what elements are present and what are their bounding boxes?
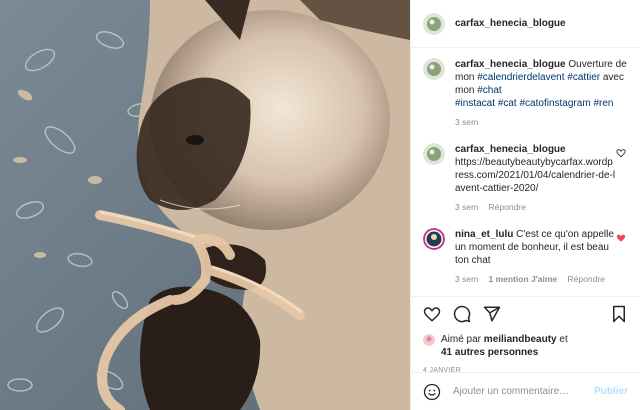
publish-button[interactable]: Publier xyxy=(594,386,628,397)
comments-list: carfax_henecia_blogue Ouverture de mon #… xyxy=(411,48,640,296)
reply-button[interactable]: Répondre xyxy=(489,202,526,212)
hashtag-link[interactable]: #catofinstagram xyxy=(520,98,591,109)
cat-photo-image xyxy=(0,0,410,410)
likes-prefix: Aimé par xyxy=(441,334,484,345)
comment-username[interactable]: nina_et_lulu xyxy=(455,229,513,240)
comment-time[interactable]: 3 sem xyxy=(455,202,478,212)
post-actions: Aimé par meiliandbeauty et 41 autres per… xyxy=(411,296,640,374)
liked-heart-icon[interactable] xyxy=(616,230,628,296)
comment-avatar[interactable] xyxy=(423,143,445,165)
comment-meta: 3 sem 1 mention J'aime Répondre xyxy=(455,273,616,286)
like-comment-heart-icon[interactable] xyxy=(616,145,628,224)
caption-time[interactable]: 3 sem xyxy=(455,117,478,127)
hashtag-link[interactable]: #cattier xyxy=(567,72,600,83)
likes-mid: et xyxy=(556,334,568,345)
smiley-icon[interactable] xyxy=(423,383,441,401)
post-header: carfax_henecia_blogue xyxy=(411,0,640,48)
comment-item: carfax_henecia_blogue https://beautybeau… xyxy=(423,143,628,224)
author-avatar[interactable] xyxy=(423,12,445,35)
comment-time[interactable]: 3 sem xyxy=(455,274,478,284)
caption: carfax_henecia_blogue Ouverture de mon #… xyxy=(423,58,628,139)
liker-username[interactable]: meiliandbeauty xyxy=(484,334,557,345)
caption-username[interactable]: carfax_henecia_blogue xyxy=(455,59,566,70)
action-icons-row xyxy=(423,305,628,323)
likes-others-link[interactable]: 41 autres personnes xyxy=(441,347,538,358)
comment-avatar[interactable] xyxy=(423,228,445,250)
post-dialog: carfax_henecia_blogue carfax_henecia_blo… xyxy=(0,0,640,410)
hashtags-line: #instacat #cat #catofinstagram #ren xyxy=(455,97,628,110)
likes-summary: Aimé par meiliandbeauty et 41 autres per… xyxy=(423,333,628,359)
comment-username[interactable]: carfax_henecia_blogue xyxy=(455,143,616,156)
hashtag-link[interactable]: #chat xyxy=(477,85,501,96)
add-comment-bar: Publier xyxy=(411,372,640,410)
hashtag-link[interactable]: #calendrierdelavent xyxy=(477,72,564,83)
heart-icon[interactable] xyxy=(423,305,441,323)
hashtag-link[interactable]: #ren xyxy=(593,98,613,109)
comment-likes-count[interactable]: 1 mention J'aime xyxy=(489,274,558,284)
caption-avatar[interactable] xyxy=(423,58,445,80)
comment-meta: 3 sem Répondre xyxy=(455,201,616,214)
caption-meta: 3 sem xyxy=(455,116,628,129)
hashtag-link[interactable]: #instacat xyxy=(455,98,495,109)
comment-icon[interactable] xyxy=(453,305,471,323)
liker-avatar[interactable] xyxy=(423,334,435,346)
author-username[interactable]: carfax_henecia_blogue xyxy=(455,18,566,29)
reply-button[interactable]: Répondre xyxy=(568,274,605,284)
post-photo[interactable] xyxy=(0,0,410,410)
post-side-panel: carfax_henecia_blogue carfax_henecia_blo… xyxy=(410,0,640,410)
hashtag-link[interactable]: #cat xyxy=(498,98,517,109)
comment-text[interactable]: https://beautybeautybycarfax.wordpress.c… xyxy=(455,156,616,195)
share-icon[interactable] xyxy=(483,305,501,323)
comment-input[interactable] xyxy=(451,385,595,398)
comment-item: nina_et_lulu C'est ce qu'on appelle un m… xyxy=(423,228,628,296)
bookmark-icon[interactable] xyxy=(610,305,628,323)
